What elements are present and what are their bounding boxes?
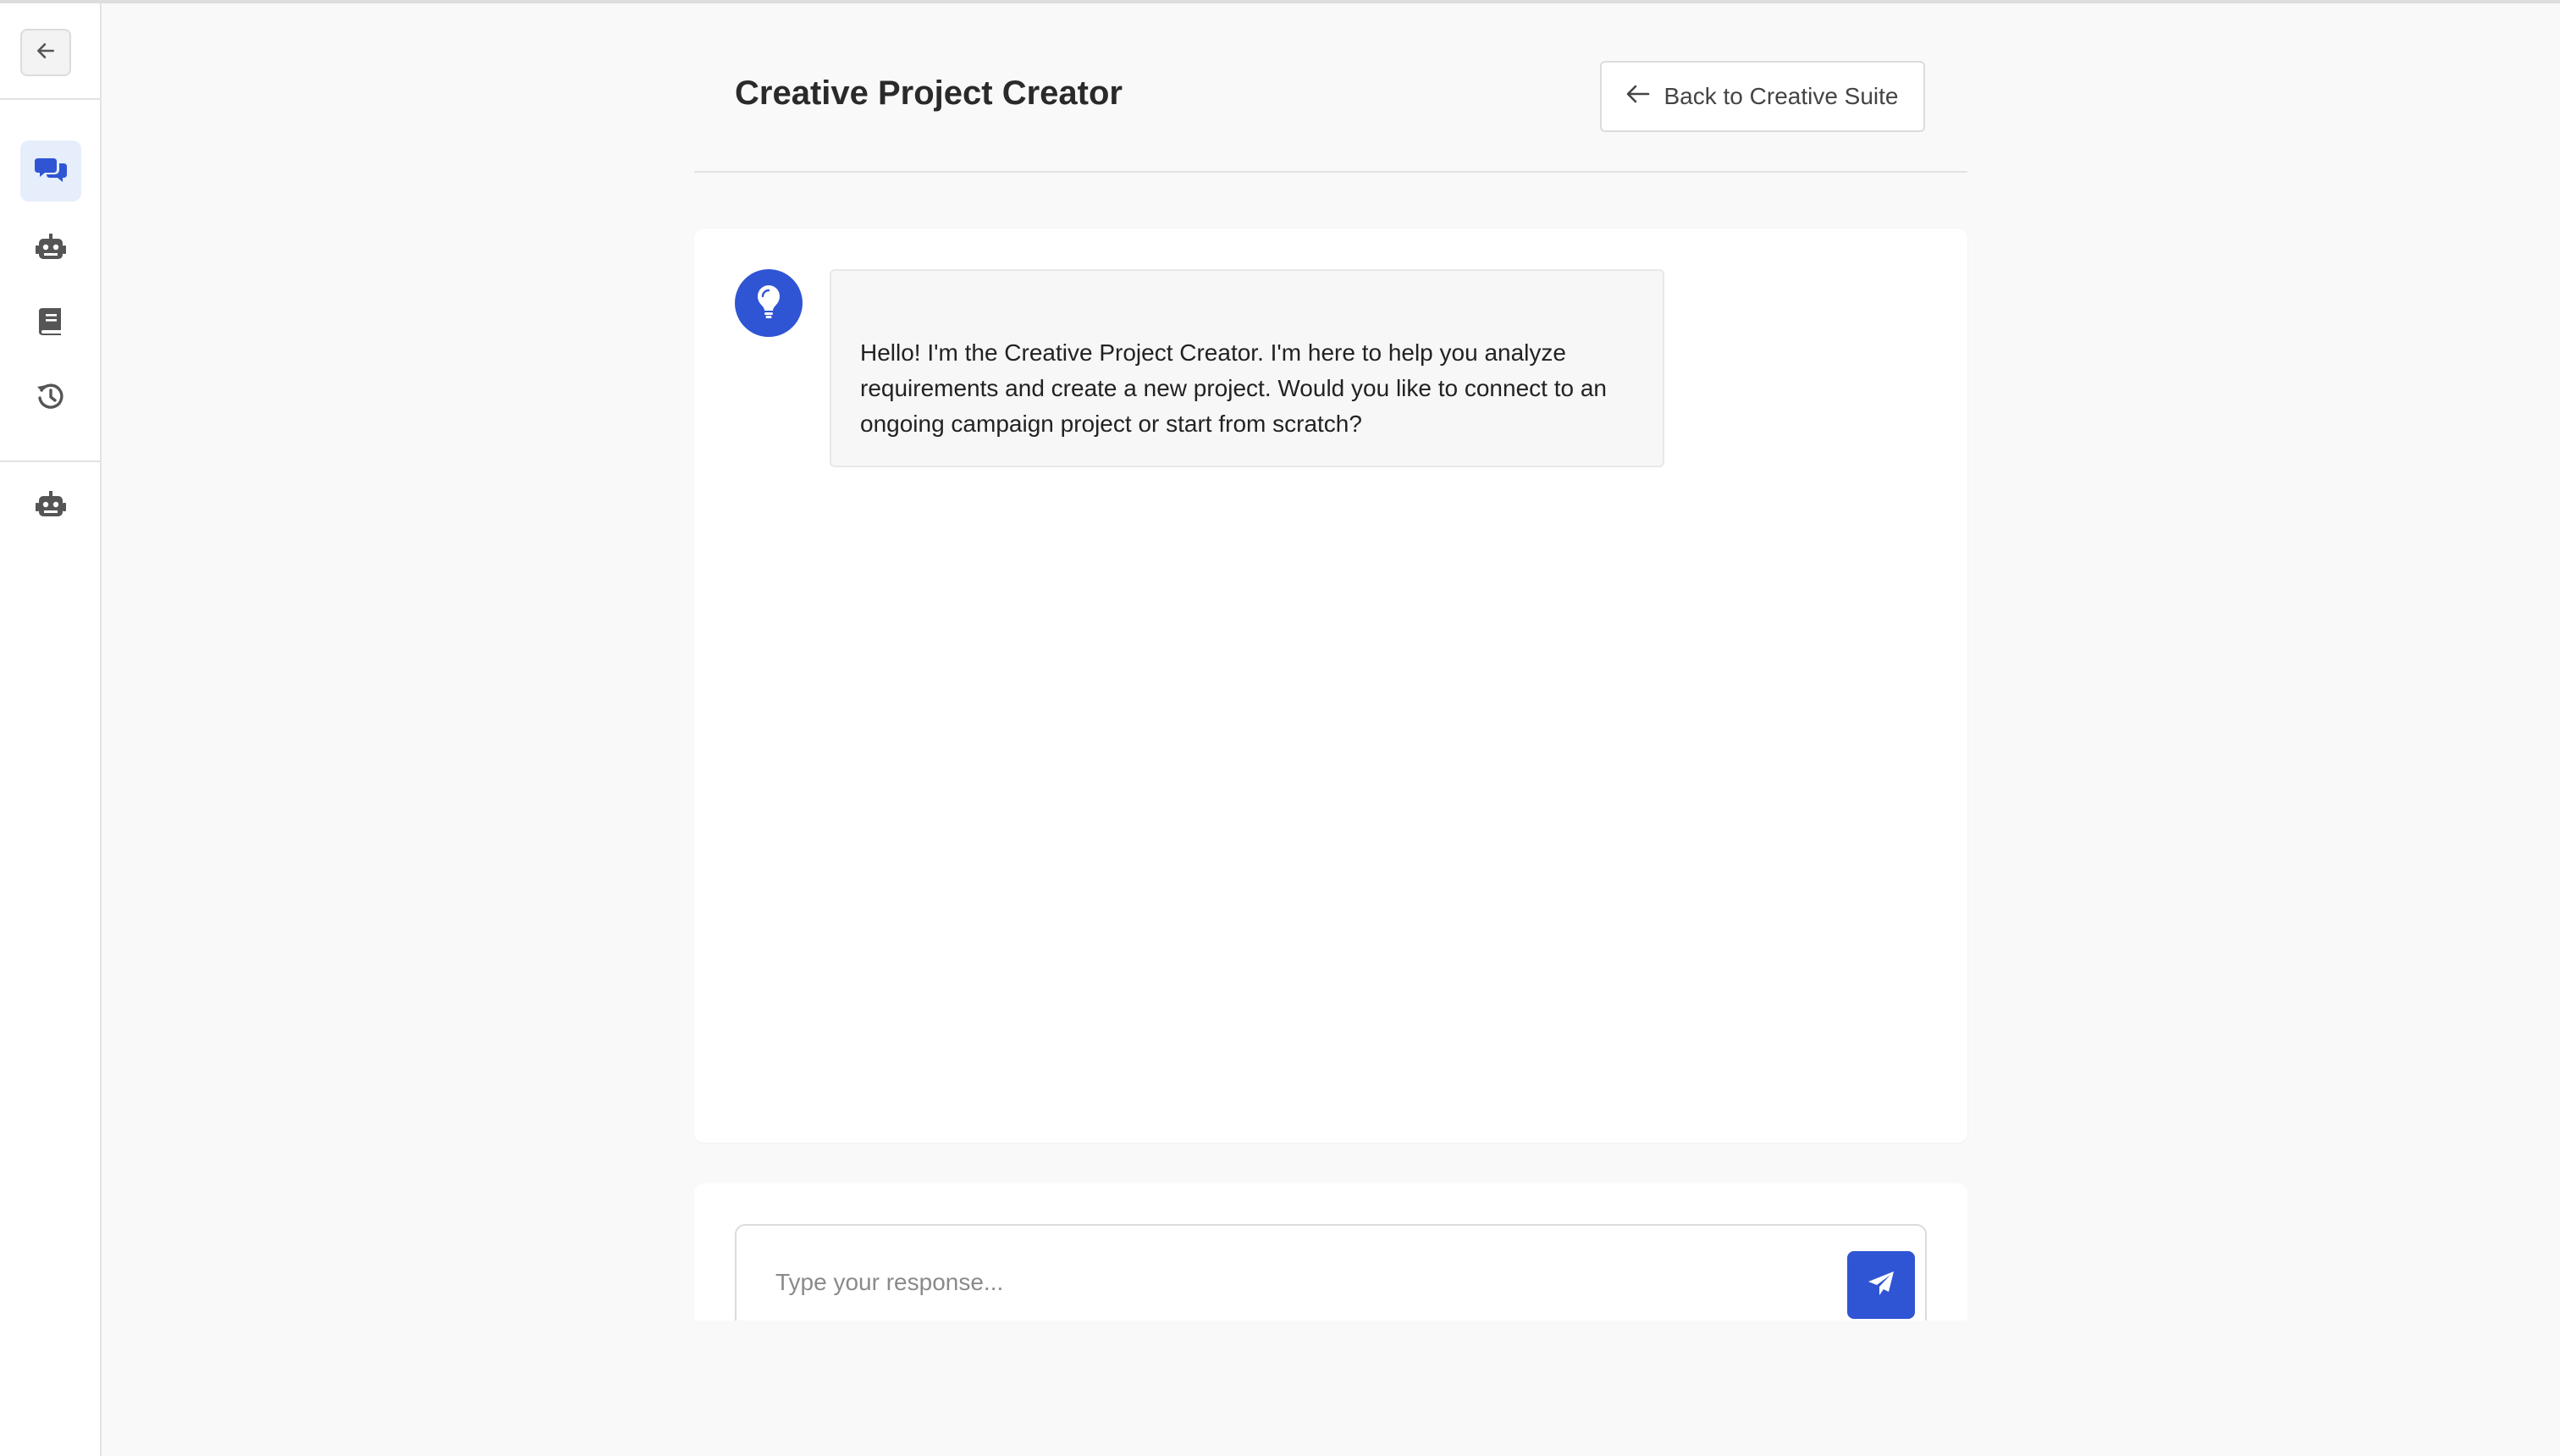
chat-panel: Hello! I'm the Creative Project Creator.…	[694, 229, 1967, 1143]
app-window: Creative Project Creator Back to Creativ…	[0, 0, 2560, 1456]
lightbulb-icon	[756, 284, 781, 323]
robot-icon	[36, 233, 66, 265]
top-border	[0, 0, 2560, 3]
robot-icon	[36, 490, 66, 522]
send-button[interactable]	[1847, 1251, 1915, 1319]
collapse-sidebar-button[interactable]	[20, 29, 71, 76]
sidebar-item-library[interactable]	[20, 293, 81, 354]
sidebar-divider	[0, 461, 100, 462]
book-icon	[39, 307, 63, 339]
page-title: Creative Project Creator	[735, 74, 1123, 112]
paper-plane-icon	[1868, 1271, 1895, 1300]
composer-box	[735, 1224, 1927, 1321]
back-to-creative-suite-button[interactable]: Back to Creative Suite	[1600, 61, 1925, 132]
sidebar-item-chat[interactable]	[20, 141, 81, 201]
back-button-label: Back to Creative Suite	[1663, 83, 1899, 109]
response-input[interactable]	[775, 1261, 1791, 1304]
arrow-left-icon	[35, 40, 57, 66]
message-bubble: Hello! I'm the Creative Project Creator.…	[830, 269, 1664, 467]
sidebar	[0, 3, 102, 1456]
history-icon	[36, 382, 65, 415]
assistant-avatar	[735, 269, 803, 337]
sidebar-item-assistant[interactable]	[20, 476, 81, 537]
sidebar-item-history[interactable]	[20, 367, 81, 428]
header-divider	[694, 171, 1967, 173]
composer	[694, 1183, 1967, 1321]
sidebar-divider	[0, 98, 100, 100]
chat-bubbles-icon	[35, 155, 67, 188]
sidebar-item-agents[interactable]	[20, 218, 81, 279]
arrow-left-icon	[1626, 83, 1650, 110]
